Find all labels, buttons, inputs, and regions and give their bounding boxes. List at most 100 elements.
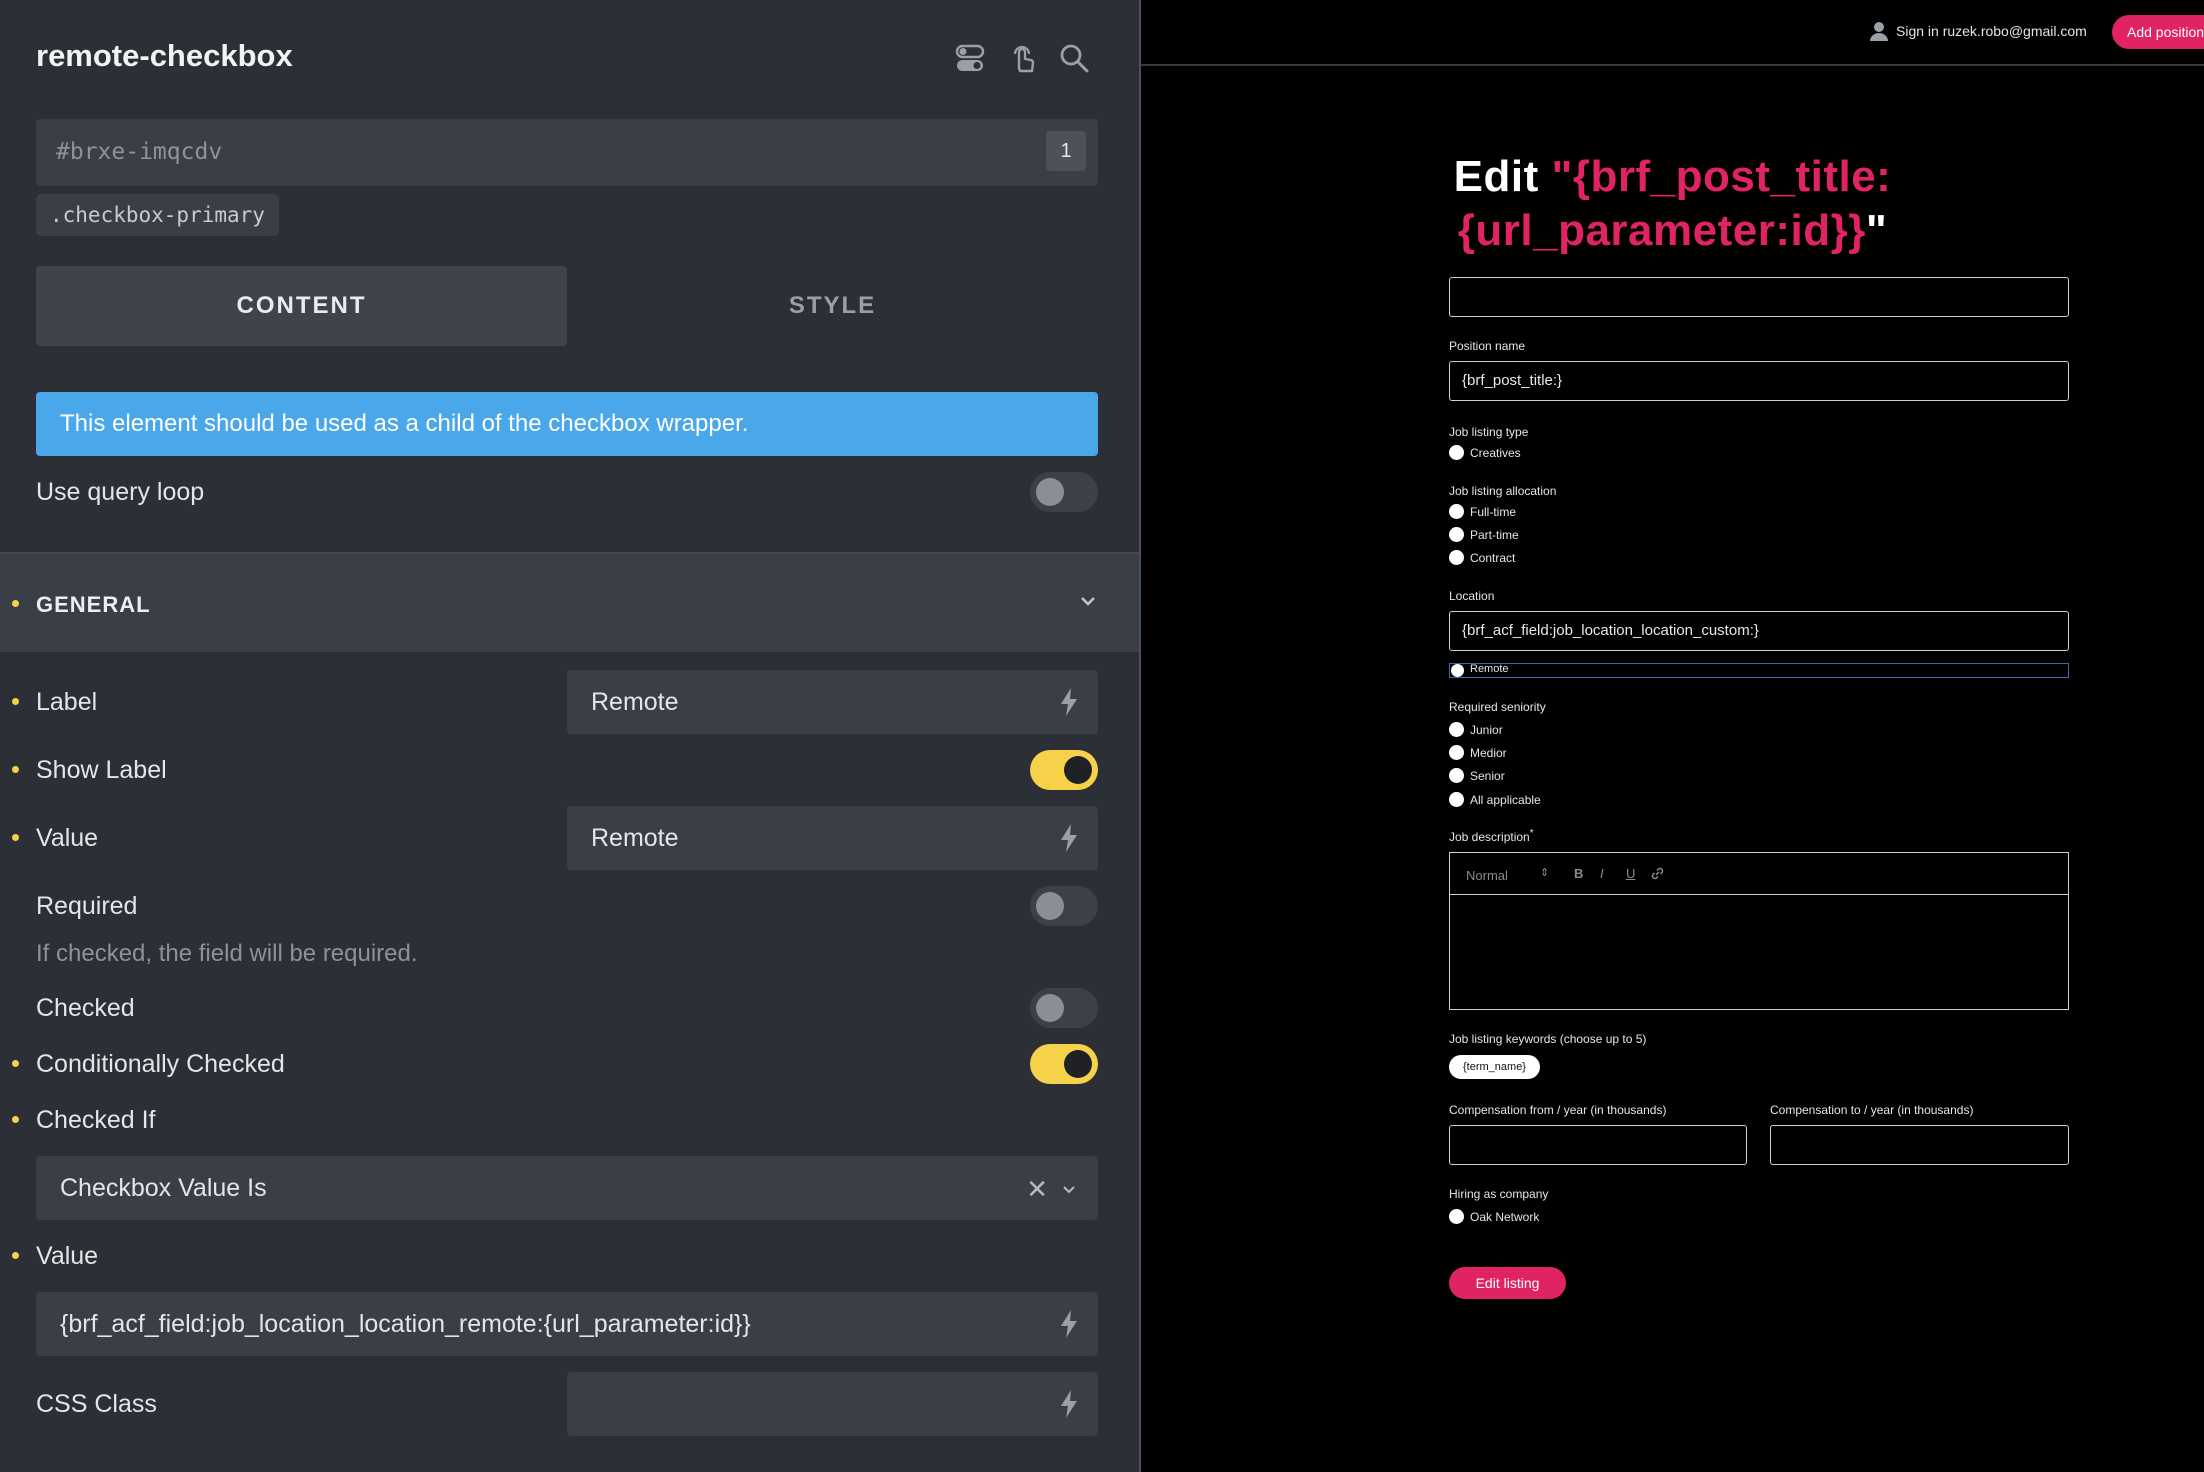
radio-label: All applicable — [1470, 792, 1541, 807]
allocation-option[interactable]: Part-time — [1449, 527, 1519, 542]
link-icon[interactable] — [1650, 866, 1665, 881]
required-toggle[interactable] — [1030, 886, 1098, 926]
chevron-down-icon[interactable] — [1060, 1180, 1078, 1198]
radio-label: Full-time — [1470, 504, 1517, 519]
remote-label: Remote — [1470, 663, 1509, 675]
radio-circle[interactable] — [1449, 527, 1464, 542]
radio-circle[interactable] — [1449, 550, 1464, 565]
changed-dot — [12, 1116, 19, 1123]
interactions-icon[interactable] — [1004, 40, 1040, 76]
checked-label: Checked — [36, 994, 135, 1022]
editor-toolbar: Normal ⇕ B I U — [1450, 853, 2068, 895]
css-class-input[interactable] — [567, 1372, 1098, 1436]
tab-style[interactable]: STYLE — [567, 266, 1098, 346]
format-arrows-icon[interactable]: ⇕ — [1540, 866, 1549, 879]
seniority-label: Required seniority — [1449, 700, 1546, 714]
sign-in-text: Sign in ruzek.robo@gmail.com — [1896, 23, 2087, 39]
radio-circle[interactable] — [1449, 445, 1464, 460]
hidden-id-input[interactable] — [1449, 277, 2069, 317]
seniority-option[interactable]: Senior — [1449, 768, 1505, 783]
comp-to-input[interactable] — [1770, 1125, 2069, 1165]
required-hint: If checked, the field will be required. — [36, 940, 418, 967]
checked-toggle[interactable] — [1030, 988, 1098, 1028]
sign-in-link[interactable]: Sign in ruzek.robo@gmail.com — [1868, 20, 2087, 42]
title-edit-word: Edit — [1453, 152, 1552, 201]
label-input[interactable]: Remote — [567, 670, 1098, 734]
compare-value-input[interactable]: {brf_acf_field:job_location_location_rem… — [36, 1292, 1098, 1356]
keyword-chip[interactable]: {term_name} — [1449, 1055, 1540, 1079]
bold-button[interactable]: B — [1574, 866, 1583, 881]
seniority-option[interactable]: Junior — [1449, 722, 1503, 737]
changed-dot — [12, 698, 19, 705]
dynamic-data-icon[interactable] — [1056, 686, 1082, 718]
description-label: Job description* — [1449, 828, 1534, 844]
class-chip[interactable]: .checkbox-primary — [36, 194, 279, 236]
location-value: {brf_acf_field:job_location_location_cus… — [1462, 622, 1759, 639]
element-id-field[interactable]: #brxe-imqcdv 1 — [36, 119, 1098, 186]
chevron-down-icon[interactable] — [1077, 590, 1099, 612]
allocation-option[interactable]: Full-time — [1449, 504, 1516, 519]
position-name-value: {brf_post_title:} — [1462, 372, 1563, 389]
radio-label: Oak Network — [1470, 1209, 1540, 1224]
css-class-label: CSS Class — [36, 1390, 157, 1418]
changed-dot — [12, 1252, 19, 1259]
location-label: Location — [1449, 589, 1495, 603]
clear-icon[interactable]: ✕ — [1026, 1174, 1048, 1205]
dynamic-data-icon[interactable] — [1056, 1388, 1082, 1420]
description-editor[interactable]: Normal ⇕ B I U — [1449, 852, 2069, 1010]
radio-circle[interactable] — [1449, 1209, 1464, 1224]
use-query-loop-label: Use query loop — [36, 478, 205, 506]
add-position-button[interactable]: Add position — [2112, 15, 2204, 49]
toggle-knob — [1036, 892, 1064, 920]
conditionally-checked-toggle[interactable] — [1030, 1044, 1098, 1084]
remote-checkbox-selected[interactable]: Remote — [1449, 663, 2069, 678]
dynamic-data-icon[interactable] — [1056, 822, 1082, 854]
general-section-title: GENERAL — [36, 592, 151, 617]
radio-circle[interactable] — [1449, 722, 1464, 737]
dynamic-data-icon[interactable] — [1056, 1308, 1082, 1340]
value-input[interactable]: Remote — [567, 806, 1098, 870]
edit-listing-button[interactable]: Edit listing — [1449, 1267, 1566, 1299]
info-notice: This element should be used as a child o… — [36, 392, 1098, 456]
radio-circle[interactable] — [1449, 768, 1464, 783]
radio-label: Creatives — [1470, 445, 1521, 460]
checked-if-value: Checkbox Value Is — [60, 1174, 267, 1202]
job-type-option[interactable]: Creatives — [1449, 445, 1521, 460]
conditionally-checked-label: Conditionally Checked — [36, 1050, 285, 1078]
italic-button[interactable]: I — [1600, 866, 1604, 881]
seniority-option[interactable]: Medior — [1449, 745, 1507, 760]
radio-circle[interactable] — [1449, 504, 1464, 519]
radio-label: Senior — [1470, 768, 1505, 783]
company-label: Hiring as company — [1449, 1187, 1549, 1201]
underline-button[interactable]: U — [1626, 866, 1635, 881]
general-section-header[interactable]: GENERAL — [0, 554, 1139, 652]
label-input-value: Remote — [591, 688, 679, 716]
changed-dot — [12, 600, 19, 607]
checked-if-select[interactable]: Checkbox Value Is ✕ — [36, 1156, 1098, 1220]
radio-label: Contract — [1470, 550, 1516, 565]
tab-content[interactable]: CONTENT — [36, 266, 567, 346]
toggle-controls-icon[interactable] — [952, 40, 988, 76]
comp-to-label: Compensation to / year (in thousands) — [1770, 1103, 1974, 1117]
show-label-toggle[interactable] — [1030, 750, 1098, 790]
compare-value-text: {brf_acf_field:job_location_location_rem… — [60, 1310, 751, 1338]
header-divider — [1141, 64, 2204, 66]
seniority-option[interactable]: All applicable — [1449, 792, 1541, 807]
checkbox-circle[interactable] — [1451, 664, 1464, 677]
allocation-option[interactable]: Contract — [1449, 550, 1515, 565]
location-input[interactable]: {brf_acf_field:job_location_location_cus… — [1449, 611, 2069, 651]
radio-circle[interactable] — [1449, 792, 1464, 807]
canvas-preview: Sign in ruzek.robo@gmail.com Add positio… — [1141, 0, 2204, 1472]
required-mark: * — [1529, 828, 1534, 839]
search-icon[interactable] — [1056, 40, 1092, 76]
use-query-loop-toggle[interactable] — [1030, 472, 1098, 512]
radio-circle[interactable] — [1449, 745, 1464, 760]
company-option[interactable]: Oak Network — [1449, 1209, 1539, 1224]
position-name-input[interactable]: {brf_post_title:} — [1449, 361, 2069, 401]
changed-dot — [12, 766, 19, 773]
radio-label: Junior — [1470, 722, 1503, 737]
element-title: remote-checkbox — [36, 38, 293, 73]
format-select[interactable]: Normal — [1466, 868, 1508, 883]
comp-from-input[interactable] — [1449, 1125, 1747, 1165]
id-count-badge[interactable]: 1 — [1046, 131, 1086, 171]
